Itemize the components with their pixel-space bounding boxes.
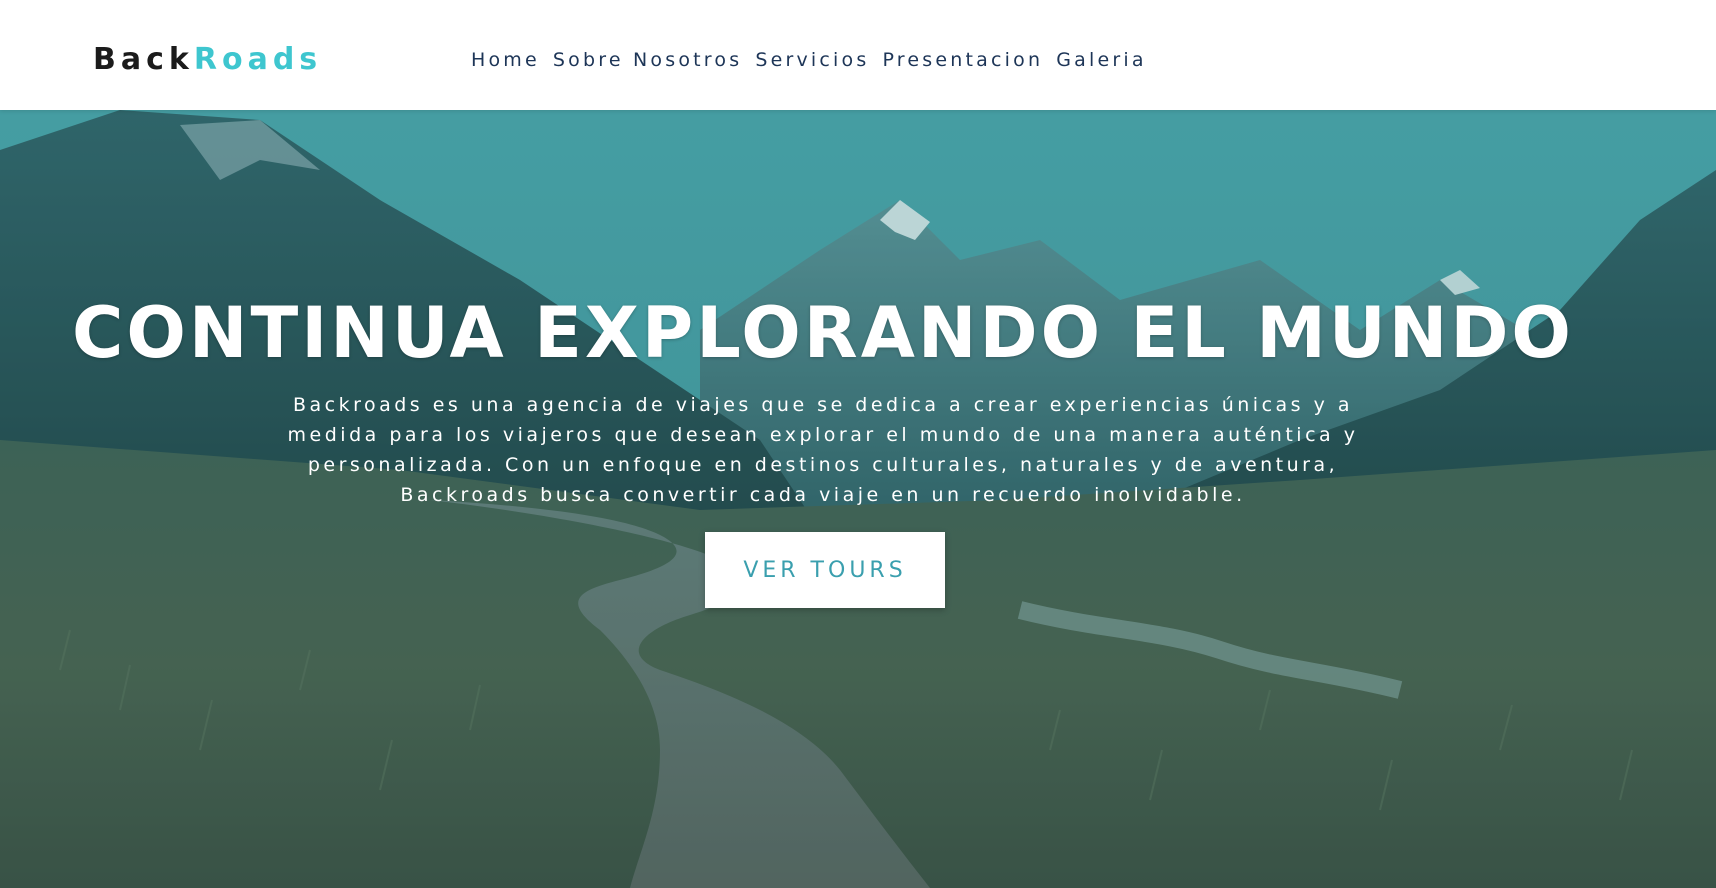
main-nav: Home Sobre Nosotros Servicios Presentaci… [471,46,1160,74]
nav-link-servicios[interactable]: Servicios [755,46,869,74]
logo-text-roads: Roads [193,42,323,77]
hero-section: CONTINUA EXPLORANDO EL MUNDO Backroads e… [0,110,1716,888]
nav-link-sobre-nosotros[interactable]: Sobre Nosotros [553,46,742,74]
brand-logo[interactable]: BackRoads [93,40,322,80]
nav-link-home[interactable]: Home [471,46,540,74]
nav-link-presentacion[interactable]: Presentacion [882,46,1043,74]
logo-text-back: Back [93,42,194,77]
nav-link-galeria[interactable]: Galeria [1056,46,1146,74]
hero-title: CONTINUA EXPLORANDO EL MUNDO [72,292,1574,374]
navbar: BackRoads Home Sobre Nosotros Servicios … [0,0,1716,110]
hero-description: Backroads es una agencia de viajes que s… [287,394,1359,506]
ver-tours-button[interactable]: VER TOURS [705,532,945,608]
